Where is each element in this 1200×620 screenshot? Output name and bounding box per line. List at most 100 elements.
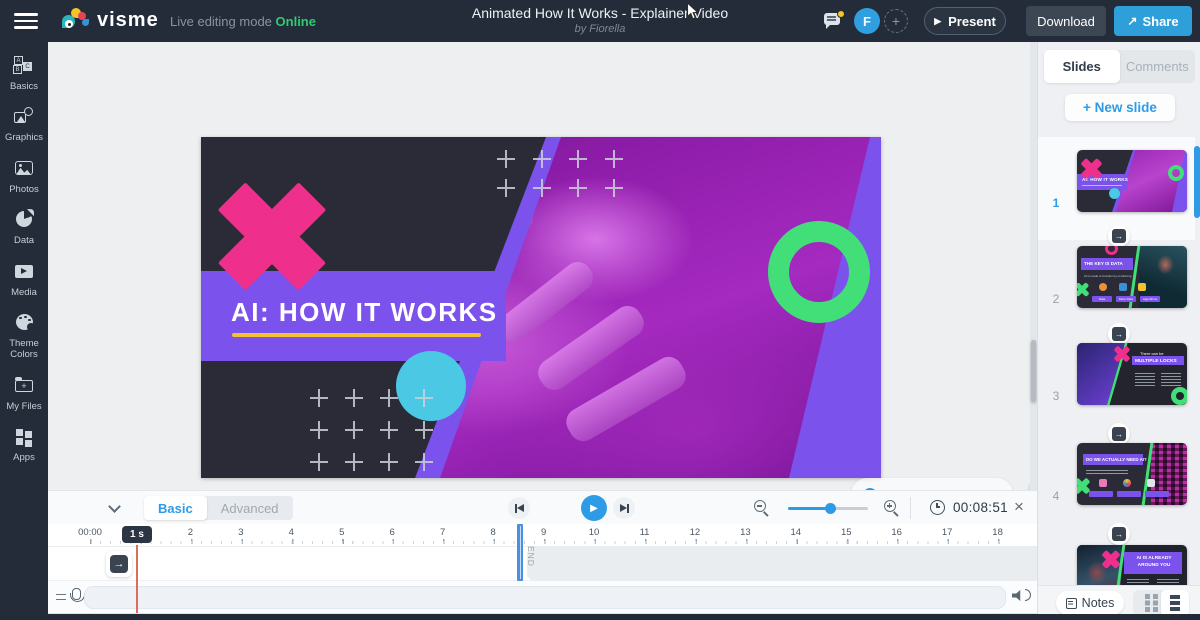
sidebar-item-basics[interactable]: ABC Basics <box>0 56 48 92</box>
toolbar-divider <box>910 497 911 519</box>
timeline-zoom-in-icon[interactable] <box>884 500 896 512</box>
cyan-circle-shape[interactable] <box>396 351 466 421</box>
slide-track[interactable]: → <box>48 547 1037 581</box>
logo-text: visme <box>97 9 159 32</box>
audio-track-row <box>48 581 1037 614</box>
canvas-scrollbar-thumb[interactable] <box>1031 340 1036 402</box>
bottom-edge <box>0 614 1200 620</box>
apps-grid-icon <box>13 427 35 447</box>
slide-number: 4 <box>1046 489 1066 503</box>
speaker-wave-icon <box>1025 589 1031 601</box>
new-slide-button[interactable]: + New slide <box>1065 94 1175 121</box>
visme-editor: visme Live editing mode Online Animated … <box>0 0 1200 620</box>
folder-icon: + <box>13 376 35 396</box>
slide-transition-button[interactable]: → <box>1108 323 1130 345</box>
ruler-tick-label: 7 <box>440 527 445 538</box>
add-collaborator-button[interactable]: + <box>884 9 908 33</box>
top-bar: visme Live editing mode Online Animated … <box>0 0 1200 42</box>
slide-thumbnail-3[interactable]: There can be MULTIPLE LOCKS <box>1077 343 1187 405</box>
drag-handle-icon[interactable] <box>56 594 66 600</box>
timeline-zoom-fill <box>788 507 830 510</box>
play-button[interactable]: ▶ <box>581 495 607 521</box>
green-ring-shape[interactable] <box>768 221 870 323</box>
download-button[interactable]: Download <box>1026 6 1106 36</box>
notification-dot <box>837 10 845 18</box>
skip-to-end-button[interactable] <box>613 497 635 519</box>
playhead-line[interactable] <box>136 545 138 613</box>
sidebar-item-theme-colors[interactable]: Theme Colors <box>0 313 48 361</box>
sidebar-item-photos[interactable]: Photos <box>0 159 48 195</box>
sidebar-item-apps[interactable]: Apps <box>0 427 48 463</box>
sidebar-item-graphics[interactable]: Graphics <box>0 107 48 143</box>
playhead-badge[interactable]: 1 s <box>122 526 152 543</box>
transition-chip[interactable]: → <box>106 551 132 577</box>
close-timeline-icon[interactable]: × <box>1014 497 1024 517</box>
ruler-tick-label: 11 <box>640 527 650 538</box>
ruler-tick-label: 14 <box>791 527 802 538</box>
ruler-tick-label: 4 <box>289 527 294 538</box>
tab-slides[interactable]: Slides <box>1044 50 1120 83</box>
list-view-button[interactable] <box>1161 590 1189 616</box>
avatar[interactable]: F <box>854 8 880 34</box>
timeline-zoom-out-icon[interactable] <box>754 500 766 512</box>
yellow-underline <box>232 333 481 337</box>
collapse-timeline-icon[interactable] <box>108 500 121 513</box>
slide-number: 2 <box>1046 292 1066 306</box>
slide-thumbnail-1[interactable]: AI: HOW IT WORKS <box>1077 150 1187 212</box>
slide-thumbnail-4[interactable]: DO WE ACTUALLY NEED AI? <box>1077 443 1187 505</box>
ruler-tick-label: 8 <box>490 527 495 538</box>
live-mode-status: Live editing mode Online <box>170 14 316 29</box>
ruler-tick-label: 15 <box>841 527 852 538</box>
present-button[interactable]: ▶ Present <box>924 7 1006 35</box>
sidebar-item-data[interactable]: Data <box>0 210 48 246</box>
speaker-icon[interactable] <box>1012 590 1023 601</box>
palette-icon <box>13 313 35 333</box>
slide-thumbnail-2[interactable]: THE KEY IS DATA AI is made to function b… <box>1077 246 1187 308</box>
grid-view-icon <box>1145 594 1150 599</box>
slides-scrollbar-thumb[interactable] <box>1194 146 1200 218</box>
panel-tabs: Slides Comments <box>1044 50 1195 83</box>
ruler-tick-label: 9 <box>541 527 546 538</box>
view-toggle <box>1133 590 1189 616</box>
tab-advanced[interactable]: Advanced <box>207 496 293 520</box>
notes-icon <box>1066 598 1077 609</box>
sidebar-item-my-files[interactable]: + My Files <box>0 376 48 412</box>
sidebar-item-media[interactable]: Media <box>0 262 48 298</box>
ruler-tick-label: 17 <box>942 527 953 538</box>
visme-logo[interactable]: visme <box>62 8 159 32</box>
comments-notification-icon[interactable] <box>824 11 844 29</box>
online-badge: Online <box>276 14 316 29</box>
editor-canvas: AI: HOW IT WORKS 42% <box>48 42 1030 490</box>
pink-x-shape[interactable] <box>215 179 329 293</box>
slide-title-text[interactable]: AI: HOW IT WORKS <box>231 297 498 328</box>
menu-icon[interactable] <box>14 13 38 29</box>
audio-track-bar[interactable] <box>84 586 1006 609</box>
grid-view-button[interactable] <box>1133 590 1161 616</box>
pie-chart-icon <box>13 210 35 230</box>
tab-comments[interactable]: Comments <box>1120 50 1196 83</box>
slide-transition-button[interactable]: → <box>1108 523 1130 545</box>
share-button[interactable]: ↗ Share <box>1114 6 1192 36</box>
slide-transition-button[interactable]: → <box>1108 423 1130 445</box>
end-marker[interactable] <box>517 524 523 581</box>
ruler-tick-label: 6 <box>390 527 395 538</box>
timeline-ruler[interactable]: 00:00 2 3 4 5 6 7 8 9 10 11 12 13 14 15 … <box>48 524 1037 547</box>
total-duration: 00:08:51 <box>953 500 1008 515</box>
video-icon <box>13 262 35 282</box>
canvas-zoom-control: 42% <box>851 478 1013 490</box>
canvas-scrollbar[interactable] <box>1030 42 1037 490</box>
share-arrow-icon: ↗ <box>1127 14 1137 28</box>
notes-button[interactable]: Notes <box>1056 591 1124 615</box>
timeline-mode-tabs: Basic Advanced <box>144 496 293 520</box>
ruler-tick-label: 2 <box>188 527 193 538</box>
slide-canvas[interactable]: AI: HOW IT WORKS <box>201 137 881 478</box>
timeline-zoom-handle[interactable] <box>825 503 836 514</box>
slide-transition-button[interactable]: → <box>1108 225 1130 247</box>
transition-arrow-icon: → <box>110 555 128 573</box>
ruler-tick-label: 12 <box>690 527 701 538</box>
slide-number: 3 <box>1046 389 1066 403</box>
play-icon: ▶ <box>934 16 941 27</box>
microphone-icon[interactable] <box>72 588 81 600</box>
skip-to-start-button[interactable] <box>508 497 530 519</box>
tab-basic[interactable]: Basic <box>144 496 207 520</box>
